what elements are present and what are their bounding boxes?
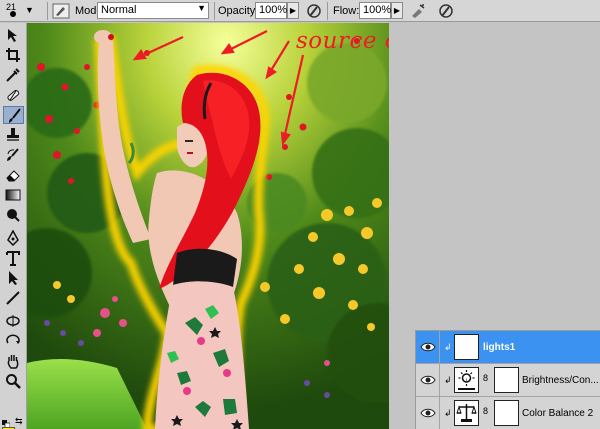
3d-rotate-tool-icon[interactable] [3,312,24,330]
opacity-value: 100% [259,4,288,16]
opacity-label: Opacity: [218,5,259,17]
layers-panel: ↲ lights1 ↲ 8 Brightness/Con... ↲ 8 Colo… [415,330,600,429]
clip-arrow-icon: ↲ [444,342,452,352]
gradient-tool-icon[interactable] [3,186,24,204]
link-icon[interactable]: 8 [483,406,488,416]
move-tool-icon[interactable] [3,26,24,44]
divider [327,2,328,20]
eye-icon [420,408,436,418]
clip-arrow-icon: ↲ [444,375,452,385]
opacity-slider-button[interactable]: ▶ [287,2,299,19]
divider [214,2,215,20]
layer-mask-thumbnail[interactable] [494,367,519,393]
3d-orbit-tool-icon[interactable] [3,332,24,350]
chevron-down-icon: ▼ [25,5,34,15]
line-tool-icon[interactable] [3,289,24,307]
document-canvas[interactable] [27,23,389,429]
divider [47,2,48,20]
color-balance-adjustment-icon[interactable] [454,400,479,426]
brightness-contrast-adjustment-icon[interactable] [454,367,479,393]
layer-thumbnail[interactable] [454,334,479,360]
path-selection-tool-icon[interactable] [3,269,24,287]
pressure-opacity-icon[interactable] [305,2,323,20]
eye-icon [420,342,436,352]
history-brush-tool-icon[interactable] [3,146,24,164]
layer-mask-thumbnail[interactable] [494,400,519,426]
layer-name[interactable]: lights1 [483,342,515,353]
hand-tool-icon[interactable] [3,352,24,370]
flow-slider-button[interactable]: ▶ [391,2,403,19]
airbrush-icon[interactable] [409,2,427,20]
visibility-toggle[interactable] [416,331,440,364]
burn-tool-icon[interactable] [3,206,24,224]
healing-brush-tool-icon[interactable] [3,86,24,104]
eyedropper-tool-icon[interactable] [3,66,24,84]
clone-stamp-tool-icon[interactable] [3,126,24,144]
options-bar: 21 ▼ Mode: Normal ▼ Opacity: 100% ▶ Flow… [0,0,600,22]
layer-name[interactable]: Brightness/Con... [522,375,599,386]
opacity-input[interactable]: 100% [255,2,287,19]
canvas-image [27,23,389,429]
brush-tool-icon[interactable] [3,106,24,124]
visibility-toggle[interactable] [416,397,440,429]
eraser-tool-icon[interactable] [3,166,24,184]
brush-preset-picker[interactable]: 21 ▼ [3,2,37,21]
layer-name[interactable]: Color Balance 2 [522,408,593,419]
visibility-toggle[interactable] [416,364,440,397]
blend-mode-select[interactable]: Normal ▼ [97,2,209,19]
chevron-down-icon: ▼ [197,3,206,13]
link-icon[interactable]: 8 [483,373,488,383]
layer-row-color-balance-2[interactable]: ↲ 8 Color Balance 2 [416,397,600,429]
layer-row-lights1[interactable]: ↲ lights1 [416,331,600,364]
brush-tip-icon [10,11,16,17]
brush-panel-toggle-icon[interactable] [52,2,70,20]
crop-tool-icon[interactable] [3,46,24,64]
eye-icon [420,375,436,385]
pen-tool-icon[interactable] [3,229,24,247]
flow-input[interactable]: 100% [359,2,391,19]
clip-arrow-icon: ↲ [444,408,452,418]
flow-label: Flow: [333,5,360,17]
photoshop-window: 21 ▼ Mode: Normal ▼ Opacity: 100% ▶ Flow… [0,0,600,429]
layer-row-brightness-contrast[interactable]: ↲ 8 Brightness/Con... [416,364,600,397]
zoom-tool-icon[interactable] [3,372,24,390]
default-colors-icon[interactable] [2,415,11,429]
blend-mode-value: Normal [101,4,137,16]
pressure-size-icon[interactable] [437,2,455,20]
toolbox: ⇆ [0,23,27,429]
type-tool-icon[interactable] [3,249,24,267]
flow-value: 100% [363,4,392,16]
swap-colors-icon[interactable]: ⇆ [15,416,23,427]
